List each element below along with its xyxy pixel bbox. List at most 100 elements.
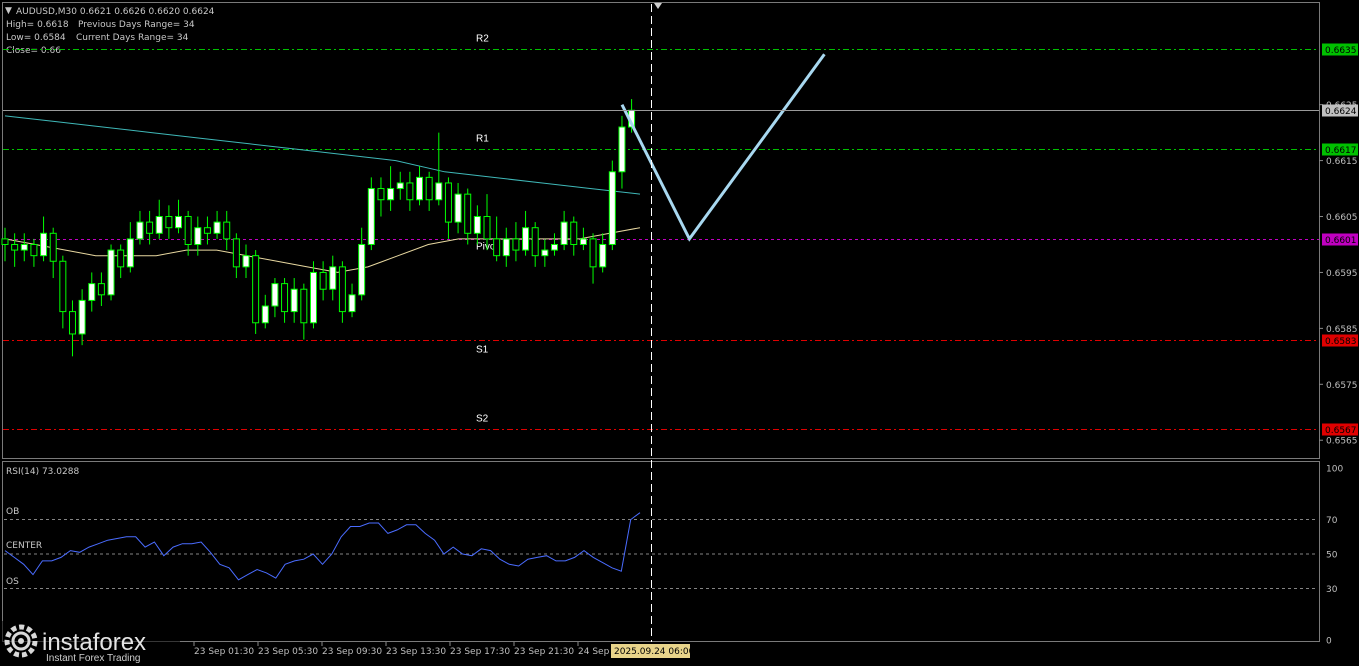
candle <box>522 210 530 256</box>
prev-range-text: Previous Days Range= 34 <box>78 20 195 30</box>
time-axis[interactable]: 23 Sep 01:30 23 Sep 05:30 23 Sep 09:30 23 S… <box>193 642 610 657</box>
price-tick-label: 0.6565 <box>1326 437 1358 447</box>
candle <box>97 272 105 306</box>
slow-moving-average-line <box>4 115 641 195</box>
candle <box>232 233 240 279</box>
time-tick-label: 23 Sep 21:30 <box>514 647 574 657</box>
candle <box>78 289 86 346</box>
time-tick-label: 23 Sep 17:30 <box>450 647 510 657</box>
candle <box>88 272 96 312</box>
chart-header: ▼ AUDUSD,M30 0.6621 0.6626 0.6620 0.6624… <box>5 6 215 56</box>
candle <box>493 216 501 262</box>
crosshair-time-label: 2025.09.24 06:00 <box>614 647 695 657</box>
candle <box>367 177 375 251</box>
candle <box>68 300 76 357</box>
rsi-center-label: CENTER <box>6 541 42 551</box>
candle <box>416 166 424 206</box>
candle <box>20 233 28 262</box>
rsi-os-label: OS <box>6 577 19 587</box>
candlestick-series <box>1 99 636 357</box>
candle <box>454 182 462 234</box>
candle <box>338 261 346 323</box>
candle <box>184 210 192 256</box>
candle <box>242 244 250 279</box>
time-tick-label: 23 Sep 13:30 <box>386 647 446 657</box>
logo-name: instaforex <box>42 629 146 656</box>
rsi-ob-label: OB <box>6 507 19 517</box>
curr-range-text: Current Days Range= 34 <box>76 33 189 43</box>
candle <box>213 210 221 239</box>
price-tick-label: 0.6605 <box>1326 213 1358 223</box>
candle <box>550 233 558 256</box>
candle <box>570 216 578 256</box>
rsi-tick-label: 70 <box>1326 516 1338 526</box>
rsi-title: RSI(14) 73.0288 <box>6 467 79 477</box>
candle <box>396 171 404 200</box>
low-text: Low= 0.6584 <box>6 33 66 43</box>
candle <box>589 233 597 284</box>
logo-tagline: Instant Forex Trading <box>46 653 141 664</box>
candle <box>30 238 38 267</box>
candle <box>435 132 443 206</box>
candle <box>155 199 163 239</box>
level-label-s2: S2 <box>476 414 489 425</box>
candle <box>560 210 568 251</box>
candle <box>40 216 48 262</box>
candle <box>608 160 616 251</box>
level-price-text-s1: 0.6583 <box>1325 337 1357 347</box>
candle <box>502 227 510 267</box>
rsi-tick-label: 50 <box>1326 551 1338 561</box>
candle <box>261 294 269 329</box>
current-price-text: 0.6624 <box>1325 107 1357 117</box>
level-price-text-r1: 0.6617 <box>1325 146 1357 156</box>
candle <box>512 222 520 262</box>
price-tick-label: 0.6615 <box>1326 157 1358 167</box>
level-price-text-pivot: 0.6601 <box>1325 236 1357 246</box>
candle <box>252 250 260 334</box>
rsi-panel-frame <box>2 461 1320 642</box>
candle <box>579 227 587 251</box>
chart-menu-arrow[interactable]: ▼ <box>5 6 12 16</box>
candle <box>444 177 452 239</box>
candle <box>290 278 298 323</box>
level-price-text-s2: 0.6567 <box>1325 426 1357 436</box>
candle <box>358 227 366 301</box>
trading-chart[interactable]: ▼ AUDUSD,M30 0.6621 0.6626 0.6620 0.6624… <box>0 0 1359 666</box>
rsi-panel: RSI(14) 73.0288 OB CENTER OS 100 70 50 30 0 <box>4 465 1343 647</box>
candle <box>387 166 395 211</box>
high-text: High= 0.6618 <box>6 20 69 30</box>
candle <box>175 199 183 234</box>
candle <box>425 171 433 211</box>
candle <box>117 244 125 279</box>
rsi-axis: 100 70 50 30 0 <box>1326 465 1343 647</box>
time-tick-label: 23 Sep 05:30 <box>258 647 318 657</box>
price-tick-label: 0.6585 <box>1326 325 1358 335</box>
rsi-line <box>4 512 641 581</box>
candle <box>377 177 385 217</box>
candle <box>348 283 356 318</box>
time-tick-label: 23 Sep 01:30 <box>194 647 254 657</box>
candle <box>49 227 57 279</box>
forecast-projection-line <box>620 53 826 242</box>
candle <box>309 261 317 329</box>
level-label-r2: R2 <box>476 34 489 45</box>
candle <box>406 171 414 211</box>
candle <box>271 278 279 318</box>
time-tick-label: 23 Sep 09:30 <box>322 647 382 657</box>
candle <box>329 255 337 301</box>
candle <box>11 233 19 267</box>
candle <box>464 188 472 245</box>
candle <box>59 255 67 329</box>
candle <box>203 216 211 245</box>
rsi-tick-label: 0 <box>1326 637 1332 647</box>
price-tick-label: 0.6575 <box>1326 381 1358 391</box>
candle <box>107 244 115 301</box>
price-tick-label: 0.6595 <box>1326 269 1358 279</box>
candle <box>618 115 626 189</box>
rsi-tick-label: 100 <box>1326 465 1343 475</box>
candle <box>165 205 173 239</box>
close-text: Close= 0.66 <box>6 46 61 56</box>
time-tick-label: 24 Sep <box>578 647 610 657</box>
level-label-s1: S1 <box>476 345 489 356</box>
rsi-tick-label: 30 <box>1326 585 1338 595</box>
